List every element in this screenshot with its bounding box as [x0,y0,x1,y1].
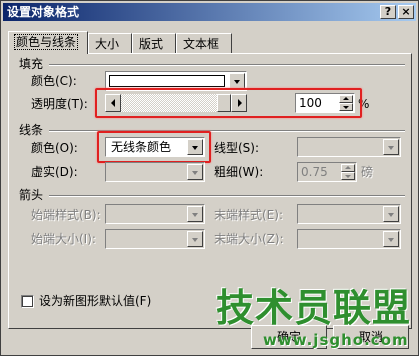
set-default-checkbox[interactable] [21,295,34,308]
end-style-dropdown[interactable] [297,204,401,224]
dashed-dropdown[interactable] [105,162,205,182]
tab-colors-and-lines[interactable]: 颜色与线条 [8,31,88,54]
dialog-title: 设置对象格式 [7,5,80,19]
fill-color-label: 颜色(C): [31,74,77,88]
watermark-url: www.jsgho.com [263,331,409,349]
close-button[interactable]: × [398,5,414,19]
chevron-down-icon [234,80,240,84]
arrow-down-icon [345,175,351,178]
fill-section-label: 填充 [19,57,44,71]
begin-size-label: 始端大小(I): [31,232,96,246]
help-button[interactable]: ? [380,5,396,19]
close-icon: × [401,5,411,18]
chevron-down-icon [388,146,394,150]
chevron-down-icon [192,213,198,217]
chevron-down-icon [192,238,198,242]
dashed-label: 虚实(D): [31,165,78,179]
dashed-dropdown-arrow[interactable] [187,164,203,180]
line-section-label: 线条 [19,123,44,137]
end-size-dropdown-arrow[interactable] [383,231,399,247]
end-size-label: 末端大小(Z): [214,232,284,246]
highlight-box-transparency [95,88,362,118]
chevron-down-icon [192,171,198,175]
begin-style-label: 始端样式(B): [31,208,101,222]
set-default-label: 设为新图形默认值(F) [39,294,152,308]
highlight-box-line-color [97,131,211,163]
line-style-dropdown-arrow[interactable] [383,139,399,155]
end-style-label: 末端样式(E): [214,208,283,222]
begin-style-dropdown-arrow[interactable] [187,206,203,222]
line-style-label: 线型(S): [214,141,260,155]
title-bar: 设置对象格式 ? × [3,3,416,21]
begin-size-dropdown-arrow[interactable] [187,231,203,247]
arrows-section-label: 箭头 [19,188,44,202]
arrows-divider [49,195,405,197]
end-size-dropdown[interactable] [297,229,401,249]
weight-unit: 磅 [361,165,374,179]
spin-down-button[interactable] [341,172,355,180]
format-object-dialog: 设置对象格式 ? × 颜色与线条 大小 版式 文本框 填充 颜色(C): 透明度… [0,0,419,356]
weight-label: 粗细(W): [214,165,264,179]
tab-size[interactable]: 大小 [88,33,132,53]
begin-style-dropdown[interactable] [105,204,205,224]
spin-up-button[interactable] [341,164,355,172]
arrow-up-icon [345,166,351,169]
fill-divider [49,64,405,66]
watermark-logo: 技术员联盟 [216,286,412,330]
chevron-down-icon [388,238,394,242]
fill-color-dropdown-arrow[interactable] [229,73,245,89]
tab-text-box[interactable]: 文本框 [176,33,232,53]
chevron-down-icon [388,213,394,217]
help-icon: ? [384,5,392,18]
begin-size-dropdown[interactable] [105,229,205,249]
line-style-dropdown[interactable] [297,137,401,157]
tab-layout[interactable]: 版式 [132,33,176,53]
fill-color-swatch [109,75,225,87]
line-color-label: 颜色(O): [31,141,78,155]
end-style-dropdown-arrow[interactable] [383,206,399,222]
weight-spinner[interactable]: 0.75 [297,162,357,182]
transparency-label: 透明度(T): [31,97,88,111]
